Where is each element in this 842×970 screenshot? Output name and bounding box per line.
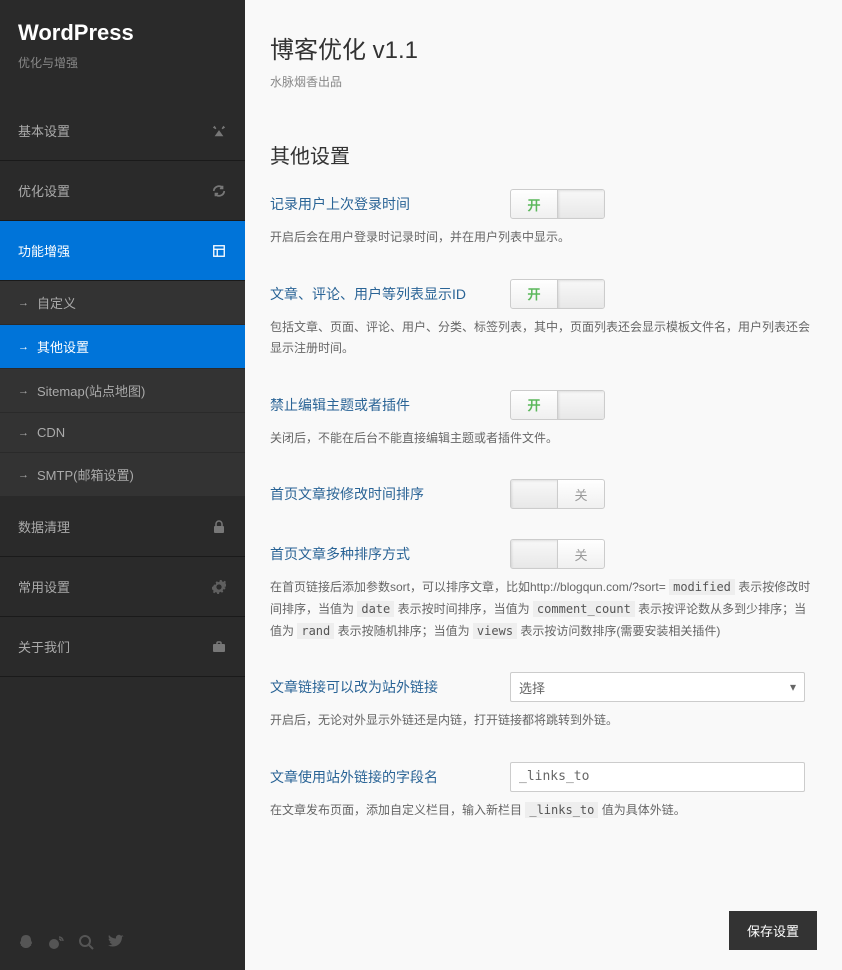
sidebar-title: WordPress [18, 20, 227, 46]
nav-item-common[interactable]: 常用设置 [0, 557, 245, 617]
layout-icon [211, 243, 227, 259]
sub-item-sitemap[interactable]: → Sitemap(站点地图) [0, 369, 245, 413]
sub-label: CDN [37, 425, 65, 440]
nav-label: 常用设置 [18, 577, 70, 596]
save-button[interactable]: 保存设置 [729, 911, 817, 950]
sub-label: 自定义 [37, 293, 76, 312]
gear-icon [211, 579, 227, 595]
toggle-switch[interactable]: 开 [510, 189, 605, 219]
setting-row: 文章使用站外链接的字段名在文章发布页面，添加自定义栏目，输入新栏目 _links… [270, 762, 817, 822]
refresh-icon [211, 183, 227, 199]
setting-description: 开启后会在用户登录时记录时间，并在用户列表中显示。 [270, 227, 817, 249]
sub-label: 其他设置 [37, 337, 89, 356]
footer-bar: 保存设置 [245, 896, 842, 970]
main-header: 博客优化 v1.1 水脉烟香出品 [245, 0, 842, 115]
nav-label: 功能增强 [18, 241, 70, 260]
briefcase-icon [211, 639, 227, 655]
sidebar-subtitle: 优化与增强 [18, 54, 227, 71]
arrow-right-icon: → [18, 341, 29, 353]
setting-row: 记录用户上次登录时间 开开启后会在用户登录时记录时间，并在用户列表中显示。 [270, 189, 817, 249]
arrow-right-icon: → [18, 427, 29, 439]
setting-label: 禁止编辑主题或者插件 [270, 395, 470, 415]
setting-description: 关闭后，不能在后台不能直接编辑主题或者插件文件。 [270, 428, 817, 450]
setting-label: 文章使用站外链接的字段名 [270, 767, 470, 787]
page-subtitle: 水脉烟香出品 [270, 73, 817, 90]
setting-label: 记录用户上次登录时间 [270, 194, 470, 214]
section-title: 其他设置 [245, 115, 842, 179]
setting-label: 首页文章多种排序方式 [270, 544, 470, 564]
settings-list: 记录用户上次登录时间开开启后会在用户登录时记录时间，并在用户列表中显示。文章、评… [245, 179, 842, 881]
nav-item-basic[interactable]: 基本设置 [0, 101, 245, 161]
arrow-right-icon: → [18, 385, 29, 397]
setting-description: 包括文章、页面、评论、用户、分类、标签列表，其中，页面列表还会显示模板文件名，用… [270, 317, 817, 360]
sidebar-header: WordPress 优化与增强 [0, 0, 245, 101]
weibo-icon[interactable] [48, 934, 64, 955]
sub-item-cdn[interactable]: → CDN [0, 413, 245, 453]
toggle-switch[interactable]: 关 [510, 539, 605, 569]
sub-label: SMTP(邮箱设置) [37, 465, 134, 484]
twitter-icon[interactable] [108, 934, 124, 955]
toggle-switch[interactable]: 关 [510, 479, 605, 509]
setting-row: 首页文章多种排序方式 关在首页链接后添加参数sort，可以排序文章，比如http:… [270, 539, 817, 642]
select-dropdown[interactable]: 选择 [510, 672, 805, 702]
nav-item-optimize[interactable]: 优化设置 [0, 161, 245, 221]
arrow-right-icon: → [18, 297, 29, 309]
text-input[interactable] [510, 762, 805, 792]
setting-label: 首页文章按修改时间排序 [270, 484, 470, 504]
nav-label: 优化设置 [18, 181, 70, 200]
setting-row: 文章链接可以改为站外链接 选择开启后，无论对外显示外链还是内链，打开链接都将跳转到… [270, 672, 817, 732]
setting-row: 首页文章按修改时间排序 关 [270, 479, 817, 509]
setting-row: 禁止编辑主题或者插件 开关闭后，不能在后台不能直接编辑主题或者插件文件。 [270, 390, 817, 450]
lock-icon [211, 519, 227, 535]
toggle-switch[interactable]: 开 [510, 279, 605, 309]
setting-row: 文章、评论、用户等列表显示ID 开包括文章、页面、评论、用户、分类、标签列表，其中… [270, 279, 817, 360]
page-title: 博客优化 v1.1 [270, 30, 817, 65]
nav-item-about[interactable]: 关于我们 [0, 617, 245, 677]
setting-description: 在首页链接后添加参数sort，可以排序文章，比如http://blogqun.c… [270, 577, 817, 642]
setting-label: 文章、评论、用户等列表显示ID [270, 284, 470, 304]
nav-label: 数据清理 [18, 517, 70, 536]
main-content: 博客优化 v1.1 水脉烟香出品 其他设置 记录用户上次登录时间开开启后会在用户… [245, 0, 842, 970]
setting-label: 文章链接可以改为站外链接 [270, 677, 470, 697]
sub-item-smtp[interactable]: → SMTP(邮箱设置) [0, 453, 245, 497]
tools-icon [211, 123, 227, 139]
sub-item-custom[interactable]: → 自定义 [0, 281, 245, 325]
nav-item-cleanup[interactable]: 数据清理 [0, 497, 245, 557]
search-icon[interactable] [78, 934, 94, 955]
setting-description: 在文章发布页面，添加自定义栏目，输入新栏目 _links_to 值为具体外链。 [270, 800, 817, 822]
sidebar-footer [0, 919, 245, 970]
setting-description: 开启后，无论对外显示外链还是内链，打开链接都将跳转到外链。 [270, 710, 817, 732]
arrow-right-icon: → [18, 469, 29, 481]
nav-label: 基本设置 [18, 121, 70, 140]
nav-label: 关于我们 [18, 637, 70, 656]
sub-item-other[interactable]: → 其他设置 [0, 325, 245, 369]
qq-icon[interactable] [18, 934, 34, 955]
sub-label: Sitemap(站点地图) [37, 381, 145, 400]
nav-item-enhance[interactable]: 功能增强 [0, 221, 245, 281]
toggle-switch[interactable]: 开 [510, 390, 605, 420]
sidebar: WordPress 优化与增强 基本设置 优化设置 功能增强 → 自定义 [0, 0, 245, 970]
